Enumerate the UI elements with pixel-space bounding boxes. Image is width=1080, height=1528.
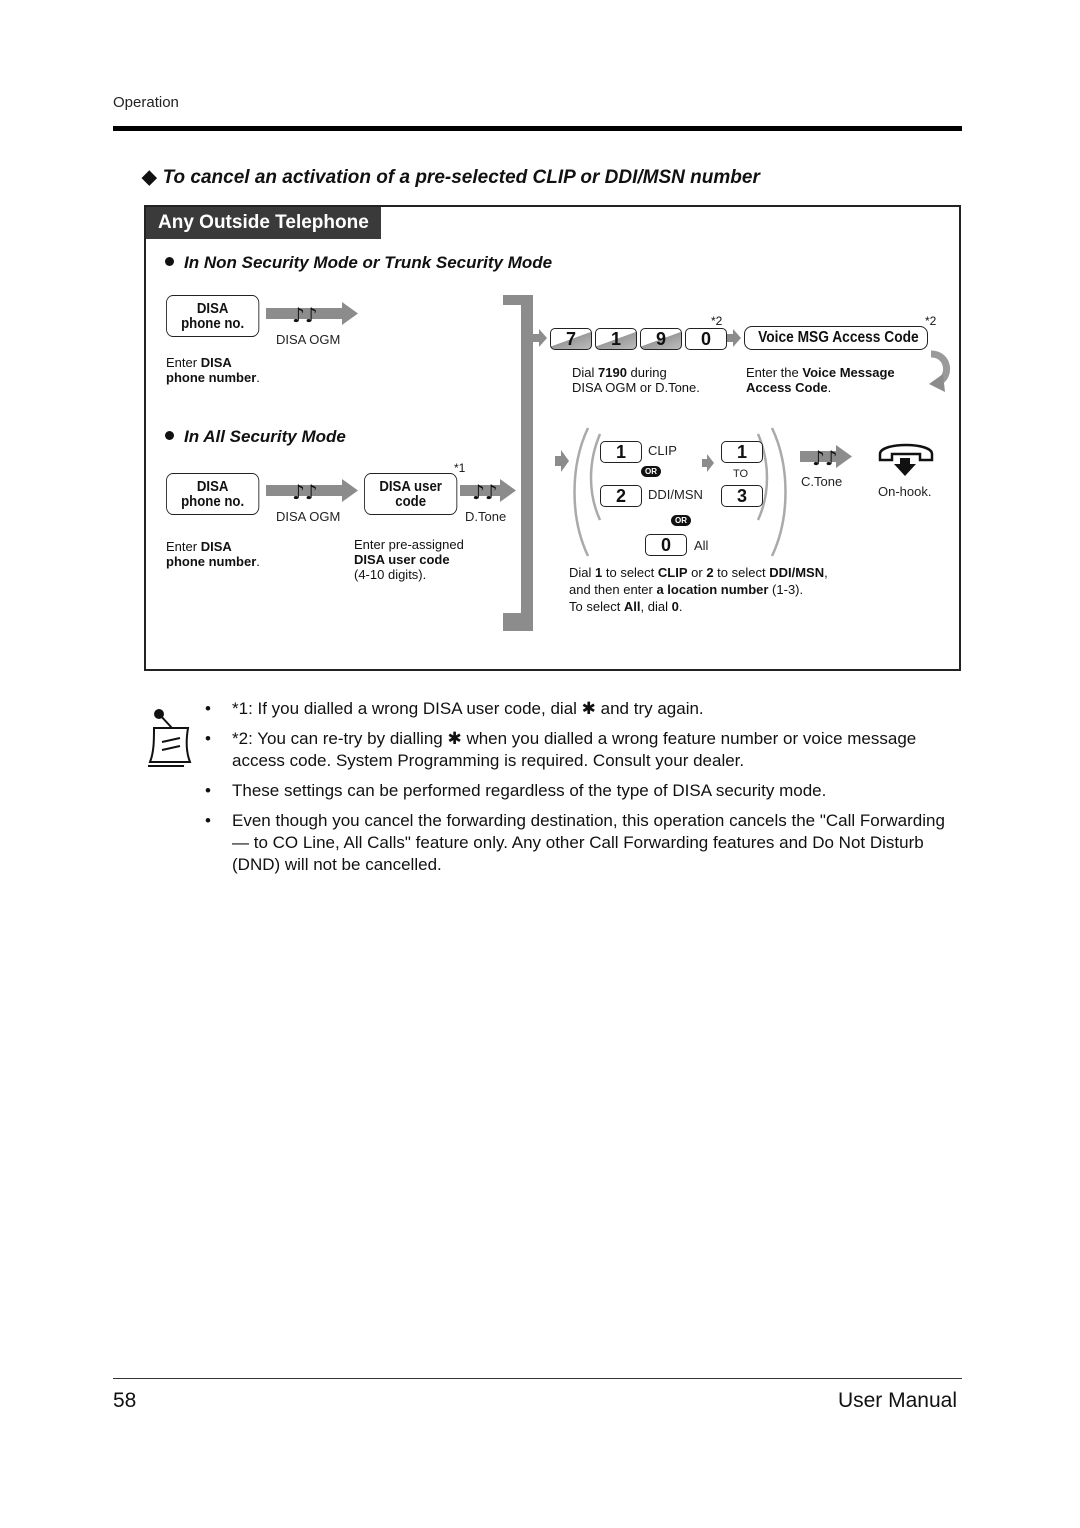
disa-phone-key: DISA phone no. (166, 295, 260, 337)
step-description: Enter pre-assigned DISA user code (4-10 … (354, 537, 464, 582)
step-description: Enter the Voice Message Access Code. (746, 365, 895, 395)
step-arrow-icon (727, 329, 741, 347)
step-description: Dial 7190 during DISA OGM or D.Tone. (572, 365, 700, 395)
note-item: • *1: If you dialled a wrong DISA user c… (205, 699, 704, 718)
memo-note-icon (148, 709, 192, 767)
bullet-dot-icon (165, 257, 174, 267)
key-line: DISA (196, 300, 229, 317)
on-hook-label: On-hook. (878, 484, 932, 499)
step-arrow-icon (555, 450, 569, 472)
svg-text:♪♪: ♪♪ (472, 480, 498, 504)
disa-phone-key: DISA phone no. (166, 473, 260, 515)
tone-arrow-icon: ♪♪ (266, 477, 358, 505)
to-label: TO (733, 468, 749, 480)
panel-tab-label: Any Outside Telephone (146, 207, 381, 239)
page-number: 58 (113, 1389, 137, 1412)
diamond-bullet-icon: ◆ (142, 167, 157, 188)
footnote-marker: *2 (925, 314, 937, 328)
notes-list: • *1: If you dialled a wrong DISA user c… (205, 698, 965, 884)
on-hook-icon (878, 443, 934, 476)
location-key-to: 3 (721, 485, 763, 507)
section-title: ◆ To cancel an activation of a pre-select… (142, 166, 760, 189)
svg-text:♪♪: ♪♪ (812, 446, 838, 470)
key-line: DISA (196, 478, 229, 495)
footer-rule (113, 1378, 962, 1379)
star-key-icon: ✱ (581, 699, 596, 718)
or-badge: OR (641, 466, 661, 477)
note-item: • These settings can be performed regard… (205, 781, 827, 800)
dial-key: 7 (550, 328, 592, 350)
tone-arrow-icon: ♪♪ (800, 443, 852, 471)
music-tone-arrow-icon: ♪♪ (800, 445, 852, 470)
tone-label-disa-ogm: DISA OGM (276, 332, 341, 347)
dial-key: 9 (640, 328, 682, 350)
note-item: • *2: You can re-try by dialling ✱ when … (205, 729, 917, 770)
key-line: code (395, 493, 427, 510)
music-tone-arrow-icon: ♪♪ (266, 479, 358, 504)
option-label-ddi-msn: DDI/MSN (648, 487, 703, 502)
curved-return-arrow-icon (929, 350, 950, 392)
or-badge: OR (671, 515, 691, 526)
svg-text:♪♪: ♪♪ (292, 303, 318, 327)
footnote-marker: *2 (711, 314, 723, 328)
key-line: phone no. (181, 493, 245, 510)
tone-label-dial-tone: D.Tone (465, 509, 507, 524)
option-label-clip: CLIP (648, 443, 677, 458)
option-key-ddi-msn: 2 (600, 485, 642, 507)
note-item: • Even though you cancel the forwarding … (205, 811, 945, 874)
mode-title-text: In Non Security Mode or Trunk Security M… (184, 253, 553, 272)
svg-text:♪♪: ♪♪ (292, 480, 318, 504)
option-key-all: 0 (645, 534, 687, 556)
option-label-all: All (694, 538, 709, 553)
dial-key: 0 (685, 328, 727, 350)
key-line: DISA user (379, 478, 442, 495)
tone-arrow-icon: ♪♪ (266, 300, 358, 328)
disa-user-code-key: DISA user code (364, 473, 458, 515)
header-section-label: Operation (113, 94, 179, 111)
mode-title-non-security: In Non Security Mode or Trunk Security M… (165, 253, 552, 273)
voice-msg-access-code-key: Voice MSG Access Code (744, 326, 928, 350)
dial-key: 1 (595, 328, 637, 350)
section-title-text: To cancel an activation of a pre-selecte… (162, 167, 760, 188)
tone-label-confirm-tone: C.Tone (801, 474, 843, 489)
option-key-clip: 1 (600, 441, 642, 463)
header-rule (113, 126, 962, 131)
dial-keys: 7 1 9 0 (550, 328, 727, 350)
mode-title-text: In All Security Mode (184, 427, 346, 446)
music-tone-arrow-icon: ♪♪ (266, 302, 358, 327)
footnote-marker: *1 (454, 461, 466, 475)
mode-title-all-security: In All Security Mode (165, 427, 346, 447)
merge-bracket (503, 295, 533, 631)
tone-label-disa-ogm: DISA OGM (276, 509, 341, 524)
step-description: Dial 1 to select CLIP or 2 to select DDI… (569, 565, 828, 614)
step-arrow-icon (702, 454, 714, 472)
star-key-icon: ✱ (447, 729, 462, 748)
manual-name: User Manual (837, 1389, 957, 1412)
key-line: phone no. (181, 315, 245, 332)
location-key-from: 1 (721, 441, 763, 463)
step-description: Enter DISA phone number. (166, 355, 260, 385)
step-arrow-icon (533, 329, 547, 347)
step-description: Enter DISA phone number. (166, 539, 260, 569)
bullet-dot-icon (165, 431, 174, 441)
